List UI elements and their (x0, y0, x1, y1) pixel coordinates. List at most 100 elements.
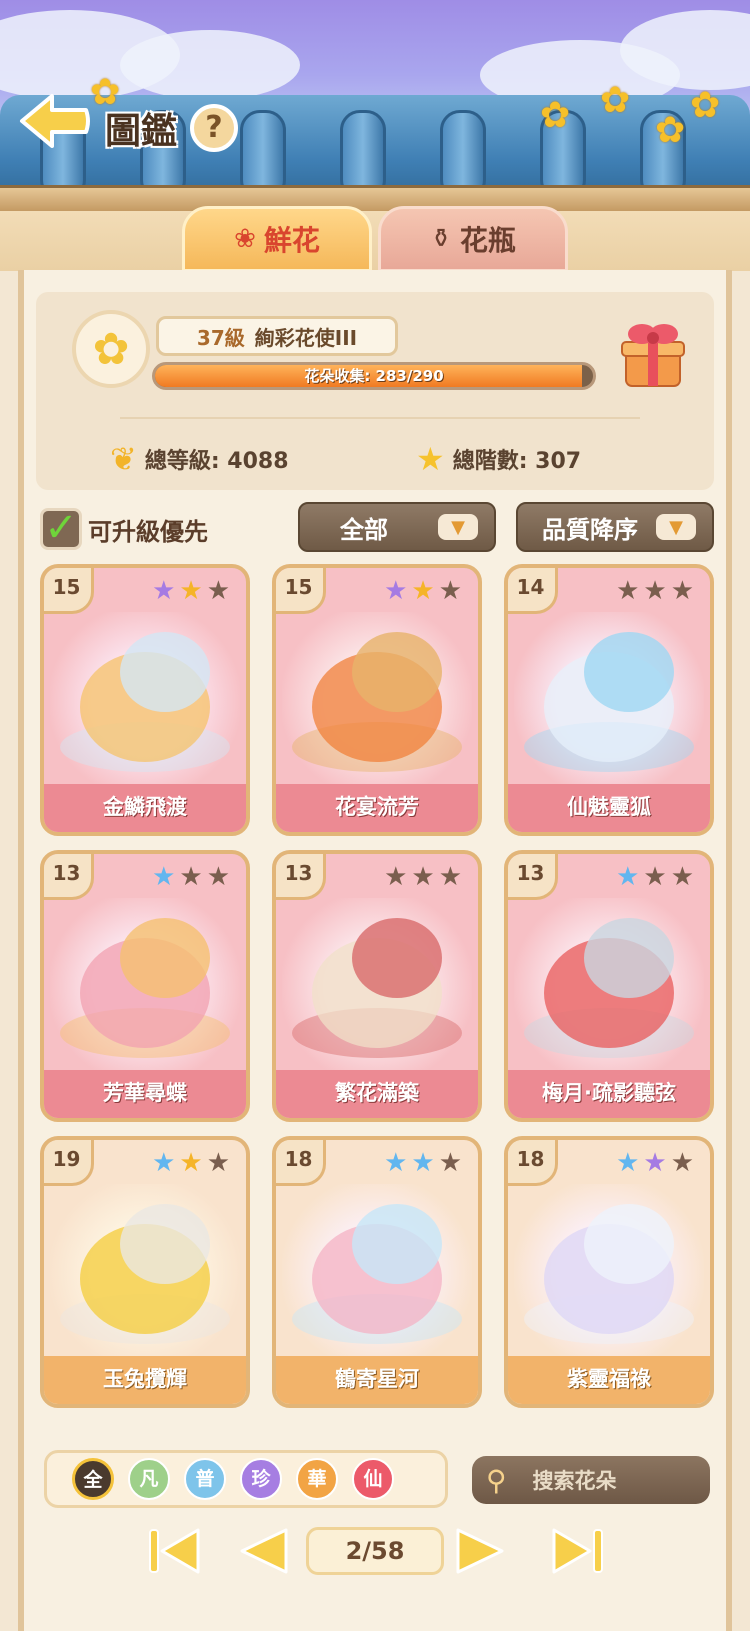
card-stars: ★ ★ ★ (384, 576, 462, 606)
flower-artwork (50, 1184, 240, 1362)
card-level: 15 (276, 568, 326, 614)
flower-badge-icon: ✿ (72, 310, 150, 388)
flower-artwork (282, 1184, 472, 1362)
level-number: 37級 (196, 325, 245, 350)
total-level-text: 總等級: 4088 (144, 449, 289, 474)
rose-icon: ❀ (234, 224, 256, 254)
first-page-button[interactable] (146, 1526, 202, 1576)
next-page-icon (456, 1528, 504, 1574)
flower-artwork (514, 612, 704, 790)
flower-card[interactable]: 13 ★ ★ ★ 芳華尋蝶 (40, 850, 250, 1122)
card-stars: ★ ★ ★ (616, 576, 694, 606)
last-page-icon (552, 1528, 603, 1574)
vase-icon: ⚱ (430, 224, 452, 254)
star-icon: ★ (206, 576, 230, 606)
blossom-icon: ✿ (540, 95, 571, 136)
flower-artwork (50, 612, 240, 790)
back-arrow-icon (20, 94, 90, 148)
card-stars: ★ ★ ★ (616, 1148, 694, 1178)
page-title: 圖鑑 (105, 111, 178, 152)
star-icon: ★ (643, 862, 667, 892)
star-icon: ★ (411, 1148, 435, 1178)
blossom-icon: ✿ (655, 110, 686, 151)
progress-text: 花朵收集: 283/290 (304, 367, 444, 385)
card-stars: ★ ★ ★ (616, 862, 694, 892)
first-page-icon (149, 1528, 200, 1574)
star-icon: ★ (206, 862, 230, 892)
blossom-icon: ✿ (600, 80, 631, 121)
rank-name: 絢彩花使III (254, 325, 358, 350)
prev-page-button[interactable] (236, 1526, 292, 1576)
flower-artwork (50, 898, 240, 1076)
flower-card[interactable]: 14 ★ ★ ★ 仙魅靈狐 (504, 564, 714, 836)
search-input[interactable]: ⚲ 搜索花朵 (472, 1456, 710, 1504)
rarity-filter-button[interactable]: 華 (296, 1458, 338, 1500)
star-icon: ★ (152, 576, 176, 606)
card-name: 花宴流芳 (276, 784, 478, 832)
star-icon: ★ (643, 1148, 667, 1178)
help-button[interactable]: ? (190, 104, 238, 152)
star-icon: ★ (152, 862, 176, 892)
last-page-button[interactable] (550, 1526, 606, 1576)
rarity-filter-button[interactable]: 凡 (128, 1458, 170, 1500)
card-level: 13 (508, 854, 558, 900)
rarity-filter-button[interactable]: 普 (184, 1458, 226, 1500)
category-dropdown[interactable]: 全部 ▼ (298, 502, 496, 552)
star-icon: ★ (438, 576, 462, 606)
card-stars: ★ ★ ★ (384, 862, 462, 892)
card-stars: ★ ★ ★ (384, 1148, 462, 1178)
flower-card[interactable]: 18 ★ ★ ★ 紫靈福祿 (504, 1136, 714, 1408)
next-page-button[interactable] (452, 1526, 508, 1576)
collection-progress: 花朵收集: 283/290 (152, 362, 596, 390)
tab-vases[interactable]: ⚱ 花瓶 (378, 206, 568, 272)
sprout-icon: ❦ (110, 440, 137, 478)
chevron-down-icon: ▼ (438, 514, 478, 540)
flower-card[interactable]: 13 ★ ★ ★ 梅月·疏影聽弦 (504, 850, 714, 1122)
star-icon: ★ (179, 576, 203, 606)
card-level: 18 (276, 1140, 326, 1186)
level-title: 37級 絢彩花使III (156, 316, 398, 356)
category-value: 全部 (340, 515, 388, 544)
flower-card[interactable]: 19 ★ ★ ★ 玉兔攬輝 (40, 1136, 250, 1408)
card-name: 紫靈福祿 (508, 1356, 710, 1404)
gift-icon (621, 324, 685, 387)
card-name: 金鱗飛渡 (44, 784, 246, 832)
star-icon: ★ (438, 1148, 462, 1178)
sort-dropdown[interactable]: 品質降序 ▼ (516, 502, 714, 552)
flower-card[interactable]: 18 ★ ★ ★ 鶴寄星河 (272, 1136, 482, 1408)
flower-card[interactable]: 15 ★ ★ ★ 金鱗飛渡 (40, 564, 250, 836)
star-icon: ★ (416, 440, 445, 478)
card-level: 13 (44, 854, 94, 900)
rarity-filter-button[interactable]: 仙 (352, 1458, 394, 1500)
gift-box-button[interactable] (620, 318, 686, 390)
rarity-filter-button[interactable]: 珍 (240, 1458, 282, 1500)
upgrade-first-checkbox[interactable]: ✓ (40, 508, 82, 550)
total-stars: ★ 總階數: 307 (416, 440, 581, 478)
card-name: 鶴寄星河 (276, 1356, 478, 1404)
flower-artwork (514, 898, 704, 1076)
upgrade-first-label[interactable]: 可升級優先 (88, 512, 208, 547)
card-name: 玉兔攬輝 (44, 1356, 246, 1404)
flower-card[interactable]: 15 ★ ★ ★ 花宴流芳 (272, 564, 482, 836)
back-button[interactable] (18, 90, 92, 152)
total-stars-text: 總階數: 307 (452, 449, 582, 474)
divider (120, 417, 640, 419)
star-icon: ★ (438, 862, 462, 892)
card-level: 13 (276, 854, 326, 900)
tab-flowers[interactable]: ❀ 鮮花 (182, 206, 372, 272)
total-level: ❦ 總等級: 4088 (110, 440, 289, 478)
flower-card[interactable]: 13 ★ ★ ★ 繁花滿築 (272, 850, 482, 1122)
card-level: 19 (44, 1140, 94, 1186)
star-icon: ★ (616, 1148, 640, 1178)
star-icon: ★ (616, 862, 640, 892)
star-icon: ★ (384, 862, 408, 892)
card-stars: ★ ★ ★ (152, 576, 230, 606)
card-level: 14 (508, 568, 558, 614)
card-name: 仙魅靈狐 (508, 784, 710, 832)
card-level: 18 (508, 1140, 558, 1186)
star-icon: ★ (179, 862, 203, 892)
rarity-filter-button[interactable]: 全 (72, 1458, 114, 1500)
star-icon: ★ (670, 1148, 694, 1178)
tab-label: 花瓶 (459, 224, 516, 257)
star-icon: ★ (206, 1148, 230, 1178)
